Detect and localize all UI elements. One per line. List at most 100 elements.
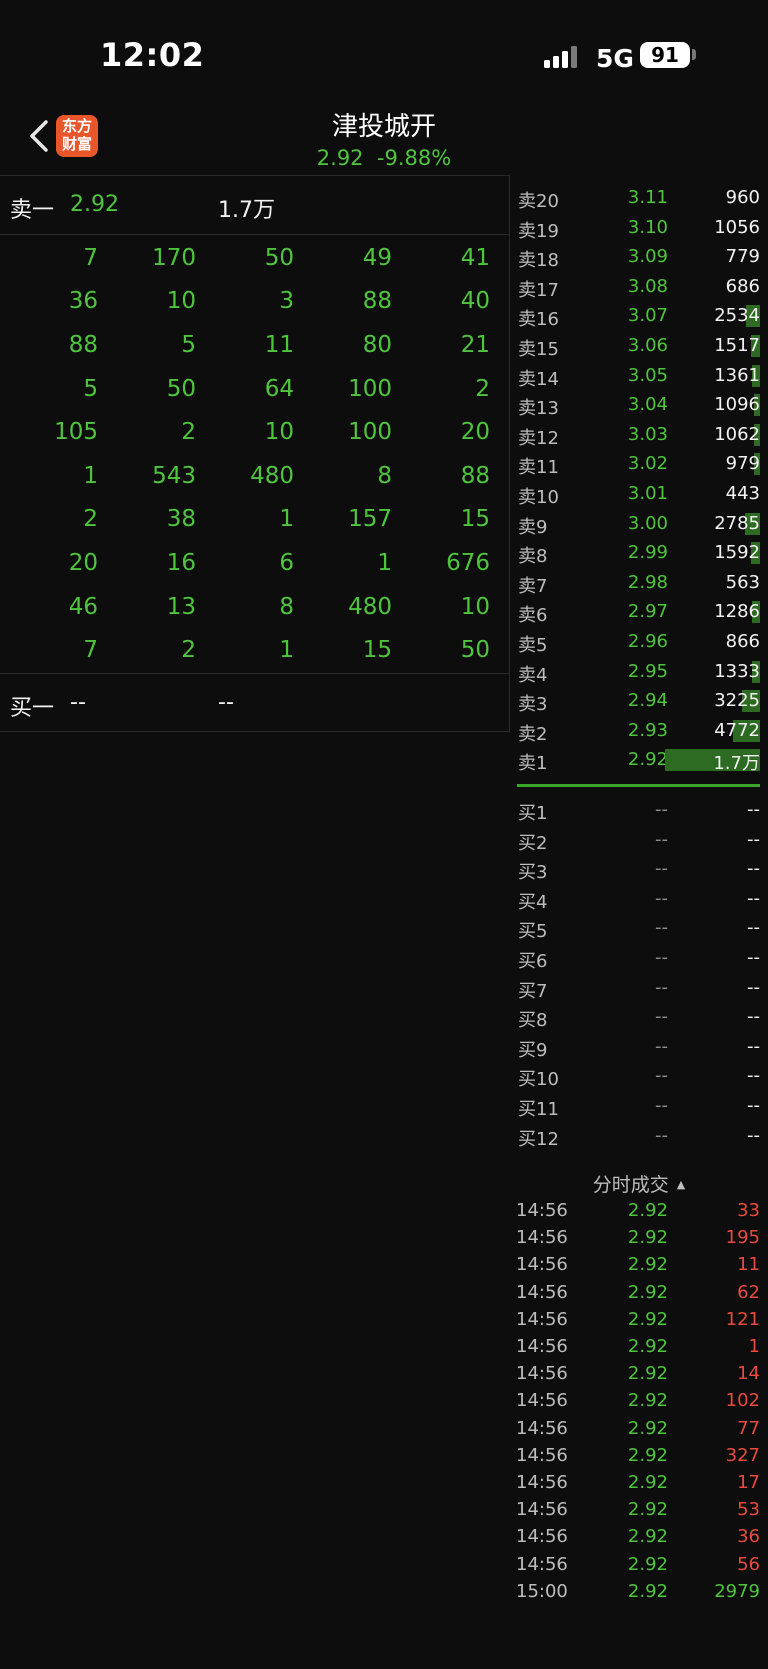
- ask-level-label: 卖3: [518, 694, 548, 716]
- ask-level-row[interactable]: 卖10 3.01 443: [510, 479, 768, 509]
- ask-level-row[interactable]: 卖18 3.09 779: [510, 242, 768, 272]
- queue-cell: 1: [377, 549, 392, 576]
- ask-level-price: 3.06: [627, 335, 668, 356]
- bid-level-row[interactable]: 买1 -- --: [510, 795, 768, 825]
- ask-level-volume: 3225: [714, 690, 760, 712]
- trade-volume: 53: [737, 1499, 760, 1521]
- queue-cell: 170: [152, 244, 196, 271]
- order-queue-grid: 7 170 50 49 41 36 10 3 88 40 88 5 11 80 21 5 50 64 100 2 105…: [0, 236, 510, 672]
- ask-level-row[interactable]: 卖7 2.98 563: [510, 568, 768, 598]
- queue-cell: 88: [68, 331, 98, 358]
- ask-level-row[interactable]: 卖5 2.96 866: [510, 627, 768, 657]
- ask-level-label: 卖17: [518, 279, 559, 301]
- trade-price: 2.92: [627, 1499, 668, 1521]
- ask-level-row[interactable]: 卖13 3.04 1096: [510, 390, 768, 420]
- bid-one-label: 买一: [10, 696, 55, 721]
- ask-level-volume: 960: [725, 187, 760, 208]
- ask-level-row[interactable]: 卖8 2.99 1592: [510, 538, 768, 568]
- bid-level-row[interactable]: 买5 -- --: [510, 913, 768, 943]
- bid-level-volume: --: [747, 1065, 760, 1087]
- trade-volume: 36: [737, 1526, 760, 1548]
- bid-level-row[interactable]: 买9 -- --: [510, 1032, 768, 1062]
- ask-level-row[interactable]: 卖6 2.97 1286: [510, 597, 768, 627]
- trade-row: 14:56 2.92 11: [510, 1252, 768, 1279]
- trade-price: 2.92: [627, 1390, 668, 1412]
- bid-level-row[interactable]: 买11 -- --: [510, 1091, 768, 1121]
- ask-level-price: 3.07: [627, 305, 668, 327]
- ask-level-row[interactable]: 卖11 3.02 979: [510, 449, 768, 479]
- ask-level-row[interactable]: 卖2 2.93 4772: [510, 716, 768, 746]
- queue-cell: 64: [264, 375, 294, 402]
- trade-volume: 11: [737, 1254, 760, 1276]
- bid-level-row[interactable]: 买2 -- --: [510, 825, 768, 855]
- ask-level-row[interactable]: 卖9 3.00 2785: [510, 509, 768, 539]
- bid-level-row[interactable]: 买3 -- --: [510, 854, 768, 884]
- bid-level-row[interactable]: 买7 -- --: [510, 973, 768, 1003]
- ask-level-label: 卖13: [518, 398, 559, 420]
- queue-cell: 1: [279, 506, 294, 533]
- ask-level-row[interactable]: 卖14 3.05 1361: [510, 361, 768, 391]
- ask-level-row[interactable]: 卖4 2.95 1333: [510, 657, 768, 687]
- trade-time: 14:56: [516, 1444, 568, 1466]
- bid-level-label: 买9: [518, 1039, 548, 1061]
- trades-title[interactable]: 分时成交 ▲: [510, 1170, 768, 1197]
- ask-level-volume: 563: [725, 571, 760, 593]
- queue-cell: 50: [264, 244, 294, 271]
- ask-level-row[interactable]: 卖19 3.10 1056: [510, 213, 768, 243]
- bid-level-row[interactable]: 买4 -- --: [510, 884, 768, 914]
- ask-level-label: 卖4: [518, 664, 548, 686]
- queue-cell: 100: [348, 375, 392, 402]
- ask-level-label: 卖18: [518, 250, 559, 272]
- bid-level-row[interactable]: 买6 -- --: [510, 943, 768, 973]
- network-type: 5G: [596, 44, 634, 73]
- ask-level-row[interactable]: 卖15 3.06 1517: [510, 331, 768, 361]
- queue-cell: 13: [166, 593, 196, 620]
- bid-level-row[interactable]: 买10 -- --: [510, 1061, 768, 1091]
- order-book[interactable]: 卖20 3.11 960 卖19 3.10 1056 卖18 3.09 779 卖17 3.08 68…: [510, 175, 768, 1153]
- bid-level-volume: --: [747, 1124, 760, 1146]
- trade-time: 14:56: [516, 1472, 568, 1493]
- queue-cell: 40: [460, 288, 490, 315]
- bid-level-label: 买2: [518, 832, 548, 854]
- bid-level-volume: --: [747, 976, 760, 998]
- ask-level-row[interactable]: 卖16 3.07 2534: [510, 301, 768, 331]
- trade-volume: 62: [737, 1281, 760, 1303]
- queue-cell: 50: [460, 637, 490, 664]
- bid-level-price: --: [655, 1035, 668, 1057]
- bid-level-price: --: [655, 1006, 668, 1028]
- trade-volume: 102: [725, 1390, 760, 1412]
- bid-level-row[interactable]: 买12 -- --: [510, 1121, 768, 1151]
- ask-level-row[interactable]: 卖17 3.08 686: [510, 272, 768, 302]
- trade-price: 2.92: [627, 1227, 668, 1249]
- trade-price: 2.92: [627, 1363, 668, 1385]
- queue-cell: 7: [83, 637, 98, 664]
- trade-row: 14:56 2.92 327: [510, 1443, 768, 1470]
- queue-cell: 8: [377, 462, 392, 489]
- ask-level-row[interactable]: 卖3 2.94 3225: [510, 686, 768, 716]
- trade-row: 14:56 2.92 14: [510, 1361, 768, 1388]
- bid-level-label: 买11: [518, 1099, 559, 1120]
- ask-level-row[interactable]: 卖1 2.92 1.7万: [510, 745, 768, 775]
- ask-level-row[interactable]: 卖12 3.03 1062: [510, 420, 768, 450]
- ask-level-price: 3.08: [627, 275, 668, 297]
- bid-level-price: --: [655, 947, 668, 968]
- bid-level-row[interactable]: 买8 -- --: [510, 1002, 768, 1032]
- trade-volume: 2979: [714, 1580, 760, 1602]
- ask-one-volume: 1.7万: [218, 198, 275, 223]
- trade-volume: 77: [737, 1417, 760, 1439]
- queue-cell: 20: [68, 549, 98, 576]
- queue-cell: 105: [54, 419, 98, 446]
- bid-level-volume: --: [747, 947, 760, 968]
- bid-level-label: 买5: [518, 921, 548, 943]
- queue-cell: 543: [152, 462, 196, 489]
- ask-level-label: 卖19: [518, 220, 559, 242]
- queue-row: 2 38 1 157 15: [0, 498, 510, 542]
- ask-level-row[interactable]: 卖20 3.11 960: [510, 183, 768, 213]
- queue-cell: 2: [181, 419, 196, 446]
- battery-icon: 91: [640, 42, 690, 68]
- ask-level-volume: 866: [725, 631, 760, 652]
- bid-level-row[interactable]: 买13----: [510, 1150, 768, 1153]
- ask-level-volume: 1062: [714, 423, 760, 445]
- queue-cell: 7: [83, 244, 98, 271]
- trade-time: 15:00: [516, 1580, 568, 1602]
